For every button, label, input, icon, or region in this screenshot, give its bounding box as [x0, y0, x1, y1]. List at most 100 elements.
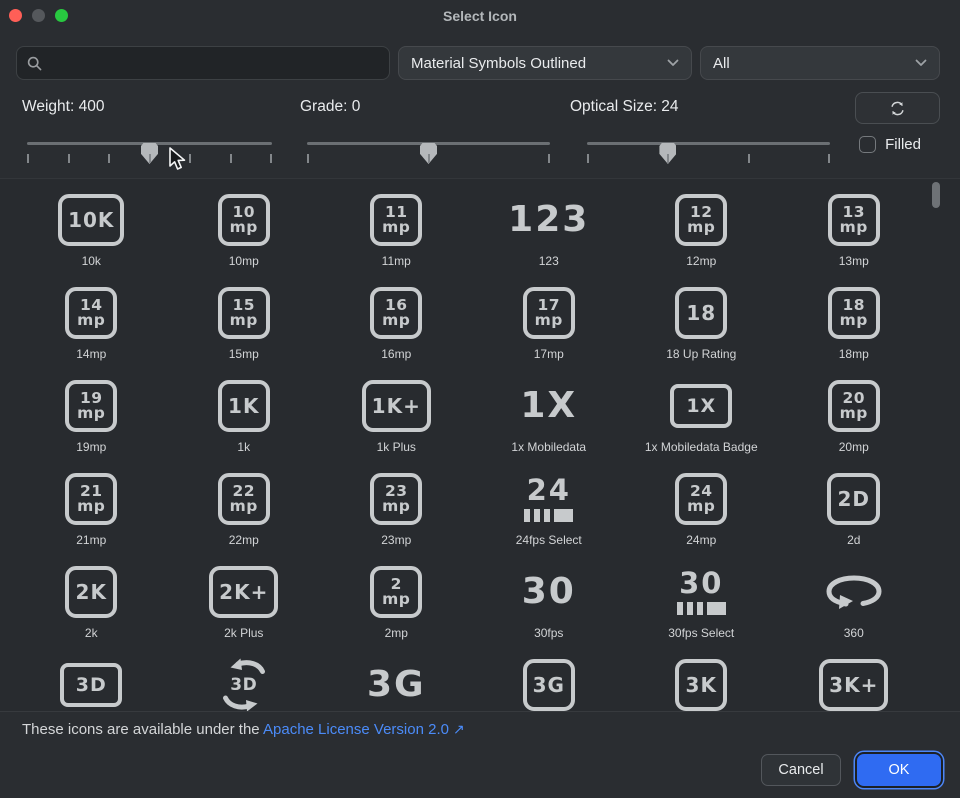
grade-slider-label: Grade: 0 [300, 98, 360, 116]
icon-grid-item[interactable]: 1X 1x Mobiledata Badge [625, 365, 778, 458]
icon-grid-item[interactable]: 21mp 21mp [15, 458, 168, 551]
icon-label: 30fps Select [668, 626, 734, 640]
category-dropdown-value: All [713, 55, 730, 72]
icon-glyph: 19mp [65, 378, 117, 434]
icon-grid-item[interactable]: 360 [778, 551, 931, 644]
icon-grid-item[interactable]: 123 123 [473, 179, 626, 272]
icon-grid-item[interactable]: 16mp 16mp [320, 272, 473, 365]
icon-label: 20mp [839, 440, 869, 454]
ok-button[interactable]: OK [857, 754, 941, 786]
icon-grid-item[interactable]: 2K+ 2k Plus [168, 551, 321, 644]
icon-grid-item[interactable]: 1X 1x Mobiledata [473, 365, 626, 458]
icon-label: 10k [82, 254, 101, 268]
icon-grid-item[interactable]: 14mp 14mp [15, 272, 168, 365]
icon-label: 13mp [839, 254, 869, 268]
icon-grid-item[interactable]: 1K+ 1k Plus [320, 365, 473, 458]
icon-glyph: 3D [230, 657, 257, 712]
icon-grid-item[interactable]: 13mp 13mp [778, 179, 931, 272]
icon-grid-item[interactable]: 2mp 2mp [320, 551, 473, 644]
icon-glyph: 10mp [218, 192, 270, 248]
icon-label: 12mp [686, 254, 716, 268]
reset-axes-button[interactable] [855, 92, 940, 124]
icon-glyph: 13mp [828, 192, 880, 248]
icon-label: 19mp [76, 440, 106, 454]
icon-grid-area: 10K 10k 10mp 10mp 11mp 11mp 123 123 12mp… [0, 178, 960, 712]
external-link-icon: ↗ [453, 721, 465, 737]
slider-tick [667, 154, 669, 163]
icon-grid-item[interactable]: 18 18 Up Rating [625, 272, 778, 365]
filled-checkbox[interactable] [859, 136, 876, 153]
icon-glyph: 30 [522, 564, 576, 620]
icon-grid-item[interactable]: 3G [320, 644, 473, 712]
icon-grid-item[interactable]: 2D 2d [778, 458, 931, 551]
icon-label: 1x Mobiledata [511, 440, 586, 454]
icon-label: 2d [847, 533, 860, 547]
icon-glyph: 1K+ [362, 378, 431, 434]
icon-label: 1k [237, 440, 250, 454]
icon-label: 18mp [839, 347, 869, 361]
weight-slider[interactable] [27, 132, 272, 172]
icon-grid-item[interactable]: 23mp 23mp [320, 458, 473, 551]
icon-grid-item[interactable]: 12mp 12mp [625, 179, 778, 272]
grade-slider[interactable] [307, 132, 550, 172]
titlebar: Select Icon [0, 0, 960, 32]
icon-glyph: 1X [520, 378, 577, 434]
icon-style-dropdown[interactable]: Material Symbols Outlined [398, 46, 692, 80]
icon-grid-item[interactable]: 3G [473, 644, 626, 712]
icon-grid-item[interactable]: 1K 1k [168, 365, 321, 458]
icon-grid-item[interactable]: 15mp 15mp [168, 272, 321, 365]
chevron-down-icon [915, 59, 927, 67]
apache-license-link[interactable]: Apache License Version 2.0 [263, 721, 449, 738]
icon-grid: 10K 10k 10mp 10mp 11mp 11mp 123 123 12mp… [15, 179, 930, 712]
icon-grid-item[interactable]: 19mp 19mp [15, 365, 168, 458]
refresh-icon [889, 100, 906, 117]
slider-tick [189, 154, 191, 163]
icon-grid-item[interactable]: 24 24fps Select [473, 458, 626, 551]
icon-grid-item[interactable]: 18mp 18mp [778, 272, 931, 365]
icon-glyph: 22mp [218, 471, 270, 527]
icon-grid-item[interactable]: 17mp 17mp [473, 272, 626, 365]
icon-label: 17mp [534, 347, 564, 361]
slider-tick [149, 154, 151, 163]
minimize-window-button[interactable] [32, 9, 45, 22]
icon-grid-item[interactable]: 11mp 11mp [320, 179, 473, 272]
chevron-down-icon [667, 59, 679, 67]
icon-grid-item[interactable]: 2K 2k [15, 551, 168, 644]
icon-grid-item[interactable]: 3K [625, 644, 778, 712]
icon-grid-item[interactable]: 22mp 22mp [168, 458, 321, 551]
grade-slider-track[interactable] [307, 142, 550, 145]
icon-label: 16mp [381, 347, 411, 361]
category-dropdown[interactable]: All [700, 46, 940, 80]
icon-grid-item[interactable]: 30 30fps Select [625, 551, 778, 644]
cancel-button[interactable]: Cancel [761, 754, 841, 786]
icon-grid-item[interactable]: 10K 10k [15, 179, 168, 272]
license-text: These icons are available under the [22, 721, 263, 738]
icon-glyph: 1X [670, 378, 732, 434]
icon-grid-item[interactable]: 24mp 24mp [625, 458, 778, 551]
vertical-scrollbar-thumb[interactable] [932, 182, 940, 208]
optical-size-slider[interactable] [587, 132, 830, 172]
zoom-window-button[interactable] [55, 9, 68, 22]
optical-size-slider-track[interactable] [587, 142, 830, 145]
icon-grid-item[interactable]: 10mp 10mp [168, 179, 321, 272]
icon-label: 1k Plus [377, 440, 416, 454]
icon-grid-item[interactable]: 3D [168, 644, 321, 712]
weight-slider-ticks [27, 154, 272, 163]
weight-slider-track[interactable] [27, 142, 272, 145]
icon-grid-item[interactable]: 3K+ [778, 644, 931, 712]
icon-grid-item[interactable]: 20mp 20mp [778, 365, 931, 458]
icon-grid-item[interactable]: 30 30fps [473, 551, 626, 644]
icon-label: 2mp [385, 626, 408, 640]
icon-label: 360 [844, 626, 864, 640]
slider-tick [108, 154, 110, 163]
icon-label: 15mp [229, 347, 259, 361]
dialog-actions: Cancel OK [761, 754, 941, 786]
icon-glyph: 10K [58, 192, 124, 248]
slider-tick [307, 154, 309, 163]
search-box[interactable] [16, 46, 390, 80]
icon-glyph: 20mp [828, 378, 880, 434]
icon-label: 23mp [381, 533, 411, 547]
search-input[interactable] [50, 55, 379, 72]
close-window-button[interactable] [9, 9, 22, 22]
icon-grid-item[interactable]: 3D [15, 644, 168, 712]
